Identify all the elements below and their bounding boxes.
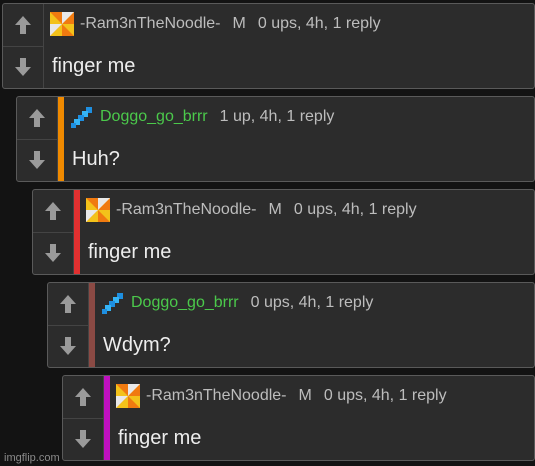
vote-controls (48, 283, 89, 367)
comment-meta: 1 up, 4h, 1 reply (219, 108, 335, 125)
downvote-button[interactable] (33, 233, 73, 275)
vote-controls (17, 97, 58, 181)
pixel-diagonal-avatar-icon[interactable] (101, 291, 125, 315)
pinwheel-avatar-icon[interactable] (86, 198, 110, 222)
vote-controls (63, 376, 104, 460)
comment: Doggo_go_brrr 1 up, 4h, 1 reply Huh? (16, 96, 535, 182)
downvote-button[interactable] (3, 47, 43, 89)
arrow-down-icon (29, 151, 45, 170)
comment-content: -Ram3nTheNoodle- M 0 ups, 4h, 1 reply fi… (44, 4, 534, 88)
comment-text: finger me (52, 54, 136, 77)
comment: -Ram3nTheNoodle- M 0 ups, 4h, 1 reply fi… (62, 375, 535, 461)
arrow-down-icon (60, 337, 76, 356)
comment-content: Doggo_go_brrr 0 ups, 4h, 1 reply Wdym? (95, 283, 534, 367)
username-link[interactable]: Doggo_go_brrr (131, 294, 239, 312)
downvote-button[interactable] (17, 140, 57, 182)
comment: -Ram3nTheNoodle- M 0 ups, 4h, 1 reply fi… (2, 3, 535, 89)
comment: -Ram3nTheNoodle- M 0 ups, 4h, 1 reply fi… (32, 189, 535, 275)
upvote-button[interactable] (33, 190, 73, 233)
upvote-button[interactable] (63, 376, 103, 419)
arrow-up-icon (45, 201, 61, 220)
comment-text: Huh? (72, 147, 120, 170)
vote-controls (33, 190, 74, 274)
downvote-button[interactable] (48, 326, 88, 368)
comment-header: Doggo_go_brrr 1 up, 4h, 1 reply (70, 97, 534, 137)
upvote-button[interactable] (48, 283, 88, 326)
upvote-button[interactable] (3, 4, 43, 47)
mod-badge: M (298, 387, 312, 404)
comment: Doggo_go_brrr 0 ups, 4h, 1 reply Wdym? (47, 282, 535, 368)
pinwheel-avatar-icon[interactable] (116, 384, 140, 408)
arrow-up-icon (15, 15, 31, 34)
watermark: imgflip.com (4, 452, 60, 464)
username-link[interactable]: -Ram3nTheNoodle- (146, 387, 287, 405)
arrow-up-icon (60, 294, 76, 313)
comment-header: Doggo_go_brrr 0 ups, 4h, 1 reply (101, 283, 534, 323)
username-link[interactable]: -Ram3nTheNoodle- (116, 201, 257, 219)
mod-badge: M (268, 201, 282, 218)
comment-content: -Ram3nTheNoodle- M 0 ups, 4h, 1 reply fi… (80, 190, 534, 274)
arrow-down-icon (45, 244, 61, 263)
upvote-button[interactable] (17, 97, 57, 140)
comment-meta: 0 ups, 4h, 1 reply (250, 294, 374, 311)
arrow-up-icon (75, 387, 91, 406)
comment-content: -Ram3nTheNoodle- M 0 ups, 4h, 1 reply fi… (110, 376, 534, 460)
vote-controls (3, 4, 44, 88)
mod-badge: M (232, 15, 246, 32)
arrow-down-icon (15, 58, 31, 77)
username-link[interactable]: Doggo_go_brrr (100, 108, 208, 126)
pixel-diagonal-avatar-icon[interactable] (70, 105, 94, 129)
arrow-up-icon (29, 108, 45, 127)
downvote-button[interactable] (63, 419, 103, 461)
arrow-down-icon (75, 430, 91, 449)
pinwheel-avatar-icon[interactable] (50, 12, 74, 36)
comment-meta: 0 ups, 4h, 1 reply (323, 387, 447, 404)
comment-header: -Ram3nTheNoodle- M 0 ups, 4h, 1 reply (86, 190, 534, 230)
comment-text: finger me (88, 240, 172, 263)
comment-text: Wdym? (103, 333, 171, 356)
comment-meta: 0 ups, 4h, 1 reply (293, 201, 417, 218)
username-link[interactable]: -Ram3nTheNoodle- (80, 15, 221, 33)
comment-thread: -Ram3nTheNoodle- M 0 ups, 4h, 1 reply fi… (0, 0, 535, 466)
comment-text: finger me (118, 426, 202, 449)
comment-meta: 0 ups, 4h, 1 reply (257, 15, 381, 32)
comment-header: -Ram3nTheNoodle- M 0 ups, 4h, 1 reply (116, 376, 534, 416)
comment-header: -Ram3nTheNoodle- M 0 ups, 4h, 1 reply (50, 4, 534, 44)
comment-content: Doggo_go_brrr 1 up, 4h, 1 reply Huh? (64, 97, 534, 181)
